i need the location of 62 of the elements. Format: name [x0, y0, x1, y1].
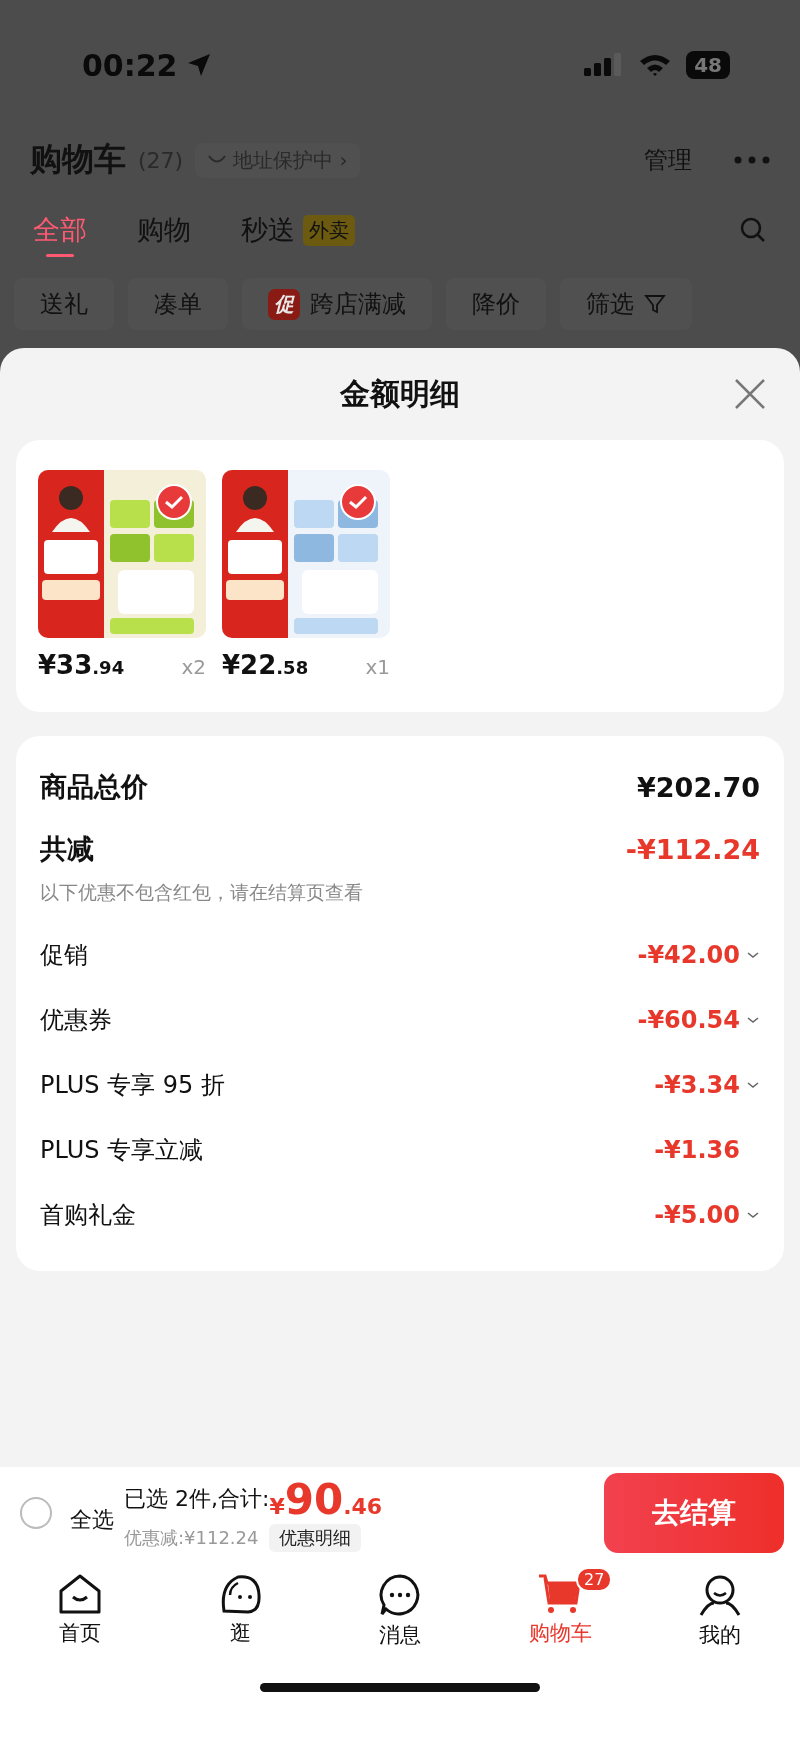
chip-label: 筛选 [586, 289, 634, 320]
category-tab[interactable]: 秒送 外卖 [241, 203, 355, 257]
nav-tab[interactable]: 逛 [160, 1573, 320, 1677]
status-time: 00:22 [82, 47, 178, 83]
search-icon[interactable] [739, 216, 767, 244]
filter-chip[interactable]: 降价 [446, 278, 546, 330]
select-all-radio[interactable] [20, 1497, 52, 1529]
wifi-icon [638, 52, 673, 78]
filter-chip[interactable]: 筛选 [560, 278, 692, 330]
total-value: ¥202.70 [637, 771, 760, 803]
delivery-badge: 外卖 [303, 214, 355, 246]
category-tab[interactable]: 购物 [137, 203, 191, 257]
more-icon[interactable] [734, 156, 770, 164]
filter-chip[interactable]: 促 跨店满减 [242, 278, 432, 330]
nav-tab[interactable]: 我的 [640, 1573, 800, 1677]
filter-chip[interactable]: 送礼 [14, 278, 114, 330]
nav-tab[interactable]: 首页 [0, 1573, 160, 1677]
product-quantity: x2 [181, 655, 206, 679]
checkmark-icon [348, 494, 368, 510]
category-tab[interactable]: 全部 [33, 203, 87, 257]
funnel-icon [644, 293, 666, 315]
product-price: ¥22.58 [222, 650, 309, 680]
saved-amount: 优惠减:¥112.24 [124, 1525, 259, 1550]
cart-icon [537, 1573, 583, 1615]
reduction-label: 共减 [40, 832, 94, 866]
chevron-down-icon[interactable] [746, 1014, 760, 1025]
discount-details-button[interactable]: 优惠明细 [268, 1523, 361, 1552]
discount-label: PLUS 专享立减 [40, 1134, 204, 1166]
reduction-value: -¥112.24 [625, 833, 760, 865]
select-all-label[interactable]: 全选 [70, 1505, 114, 1535]
checkout-button[interactable]: 去结算 [604, 1473, 784, 1553]
discount-value: -¥60.54 [637, 1005, 740, 1034]
discount-label: 首购礼金 [40, 1199, 136, 1231]
discount-label: PLUS 专享 95 折 [40, 1069, 225, 1101]
filter-chip[interactable]: 凑单 [128, 278, 228, 330]
battery-level: 48 [686, 51, 730, 79]
sheet-title: 金额明细 [340, 374, 460, 413]
discount-label: 促销 [40, 939, 88, 971]
discount-value: -¥42.00 [637, 940, 740, 969]
chevron-down-icon[interactable] [746, 949, 760, 960]
discount-value: -¥5.00 [654, 1200, 740, 1229]
home-icon [58, 1573, 102, 1615]
product-quantity: x1 [365, 655, 390, 679]
discount-label: 优惠券 [40, 1004, 112, 1036]
discount-value: -¥1.36 [654, 1135, 740, 1164]
manage-link[interactable]: 管理 [644, 144, 692, 176]
nav-tab[interactable]: 消息 [320, 1573, 480, 1677]
chat-icon [378, 1573, 422, 1617]
cart-count-badge: 27 [576, 1567, 613, 1592]
user-icon [698, 1573, 742, 1617]
chip-label: 跨店满减 [310, 289, 406, 320]
promo-tag: 促 [268, 288, 300, 320]
checkmark-icon [164, 494, 184, 510]
chevron-down-icon[interactable] [746, 1209, 760, 1220]
page-title: 购物车 [30, 139, 126, 180]
reduction-note: 以下优惠不包含红包，请在结算页查看 [40, 880, 364, 905]
discount-value: -¥3.34 [654, 1070, 740, 1099]
total-label: 商品总价 [40, 770, 148, 804]
product-price: ¥33.94 [38, 650, 125, 680]
chevron-down-icon[interactable] [746, 1079, 760, 1090]
selection-summary: 已选 2件,合计: [124, 1485, 270, 1513]
total-price: ¥90.46 [269, 1474, 383, 1524]
